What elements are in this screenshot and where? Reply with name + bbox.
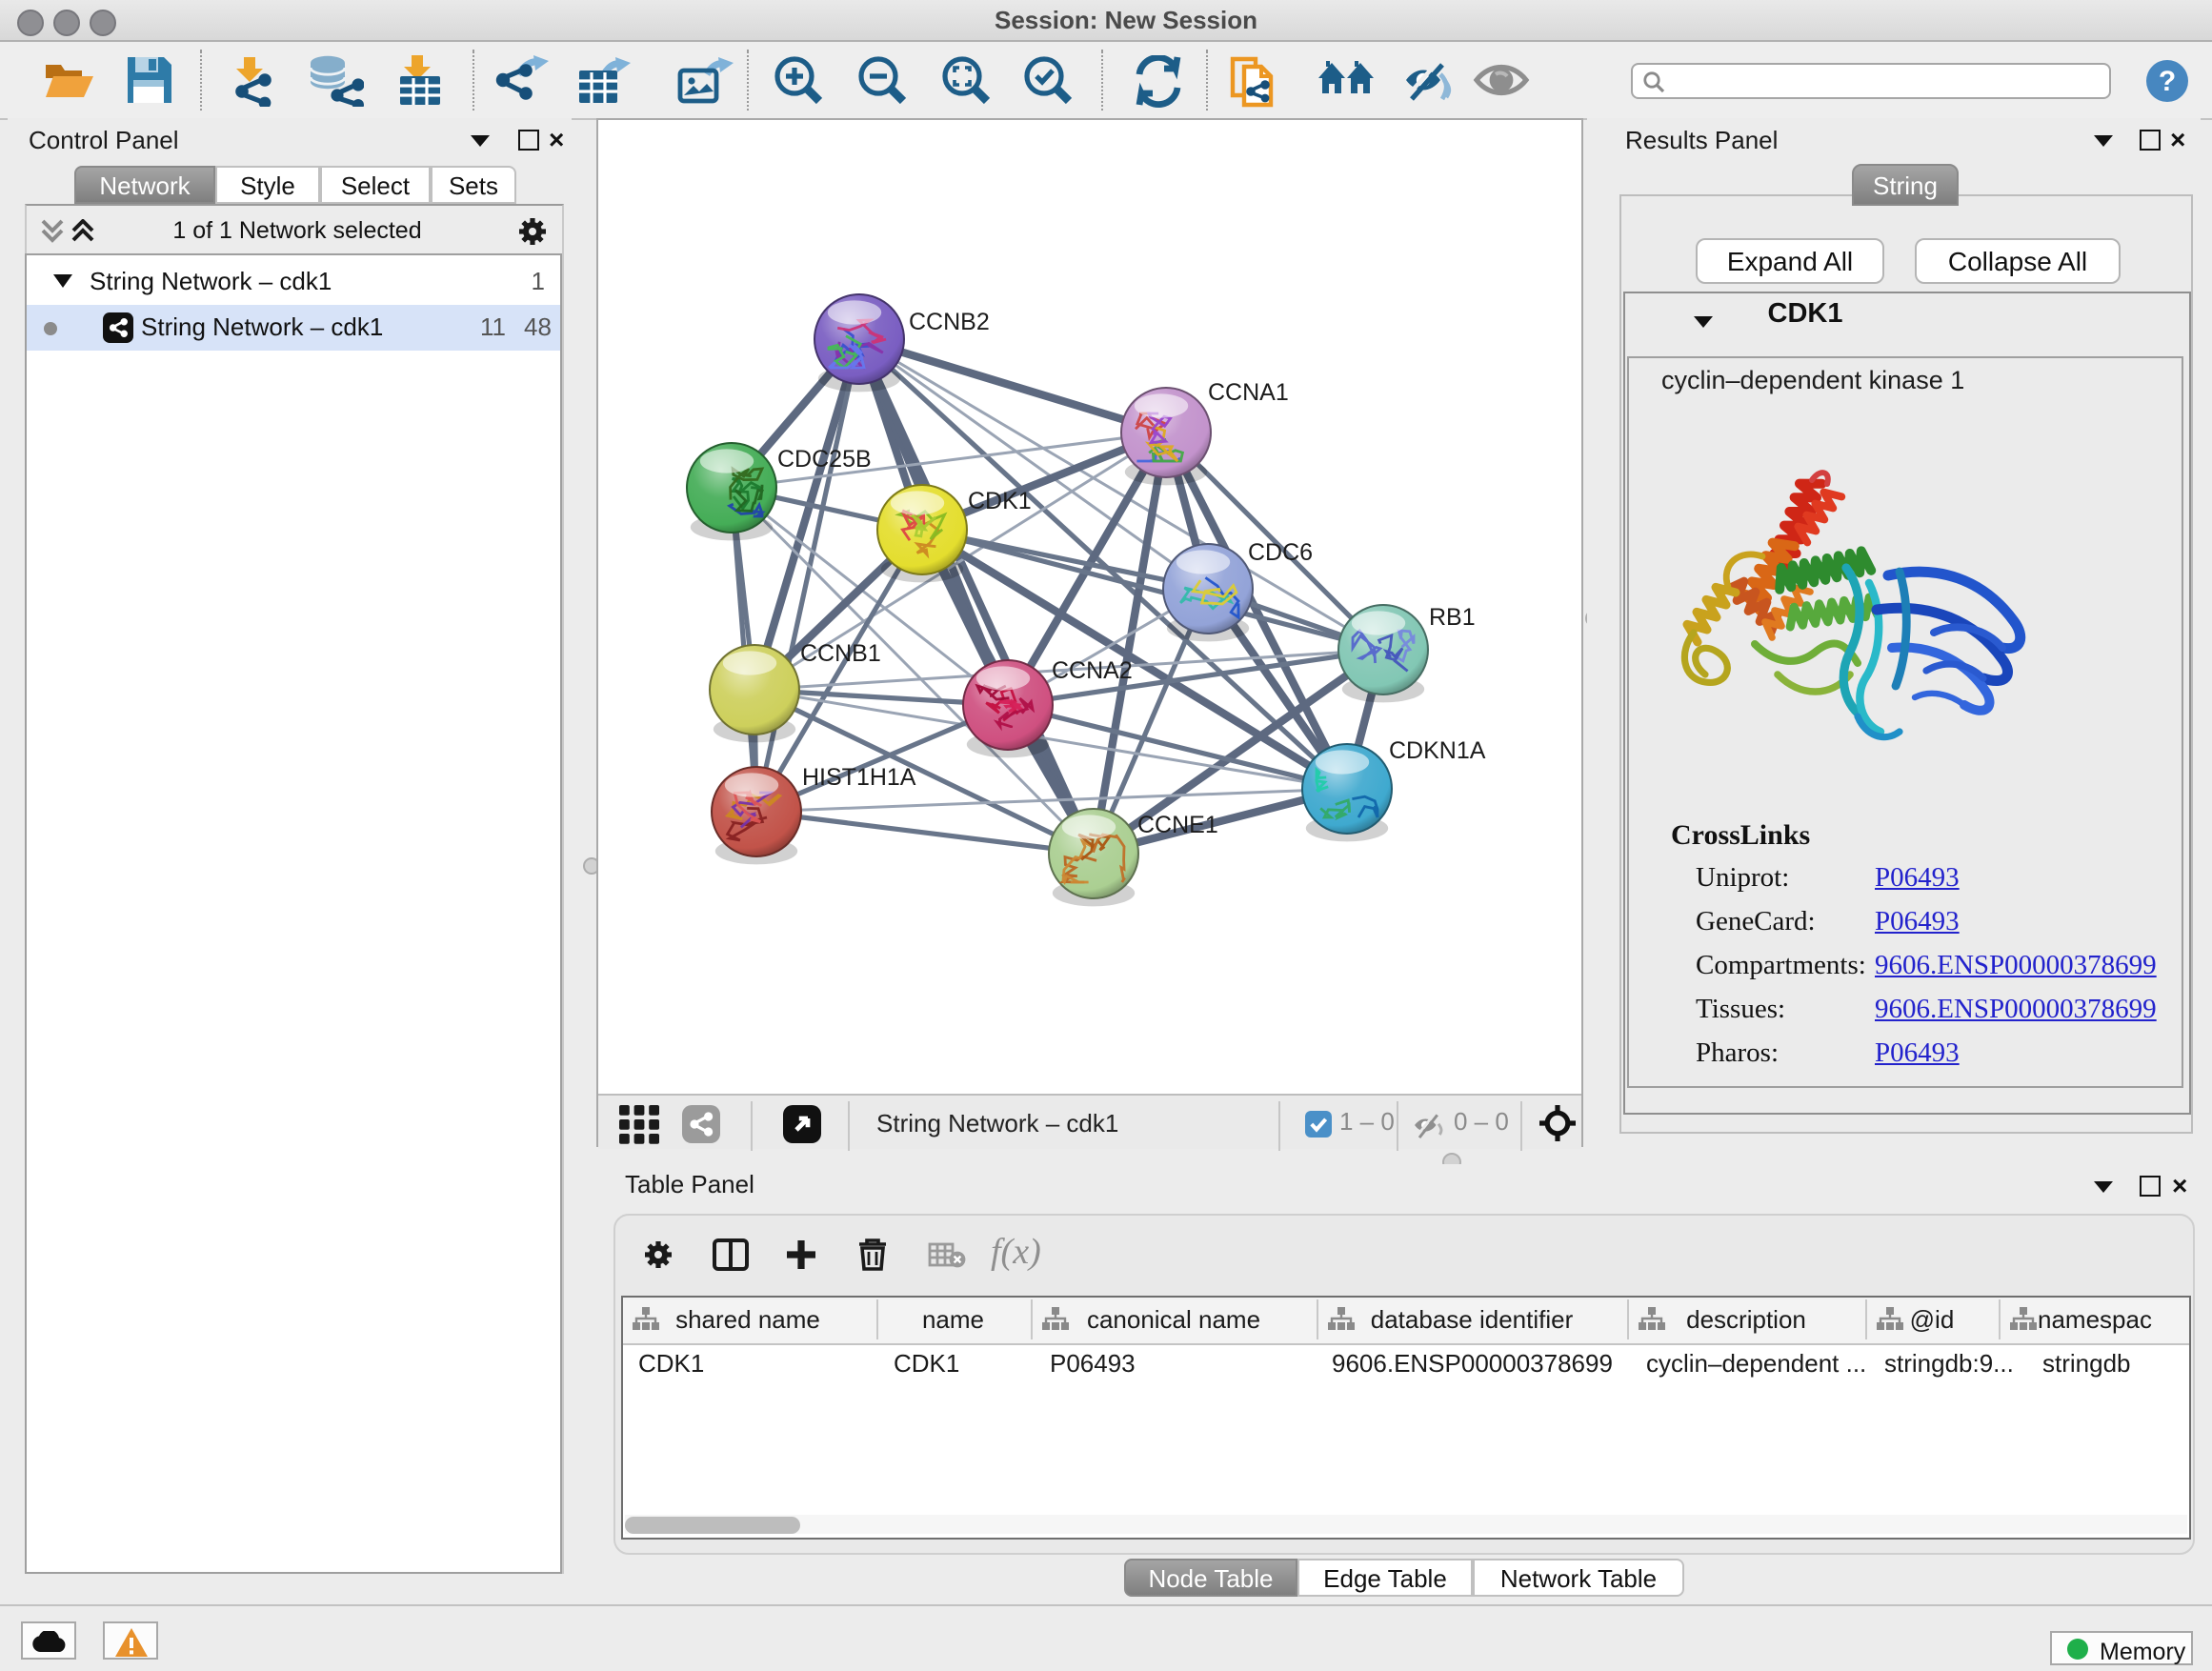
svg-text:CDK1: CDK1 [968, 488, 1032, 514]
svg-text:?: ? [2159, 66, 2176, 97]
svg-text:CCNA2: CCNA2 [1052, 657, 1133, 684]
svg-text:CCNA1: CCNA1 [1208, 379, 1289, 406]
svg-text:CCNB1: CCNB1 [800, 640, 881, 667]
svg-text:CCNE1: CCNE1 [1137, 812, 1218, 838]
svg-text:CDKN1A: CDKN1A [1389, 737, 1486, 764]
svg-text:HIST1H1A: HIST1H1A [802, 764, 916, 791]
svg-text:CCNB2: CCNB2 [909, 309, 990, 335]
svg-text:RB1: RB1 [1429, 604, 1476, 631]
svg-text:CDC6: CDC6 [1248, 539, 1313, 566]
svg-text:CDC25B: CDC25B [777, 446, 872, 473]
